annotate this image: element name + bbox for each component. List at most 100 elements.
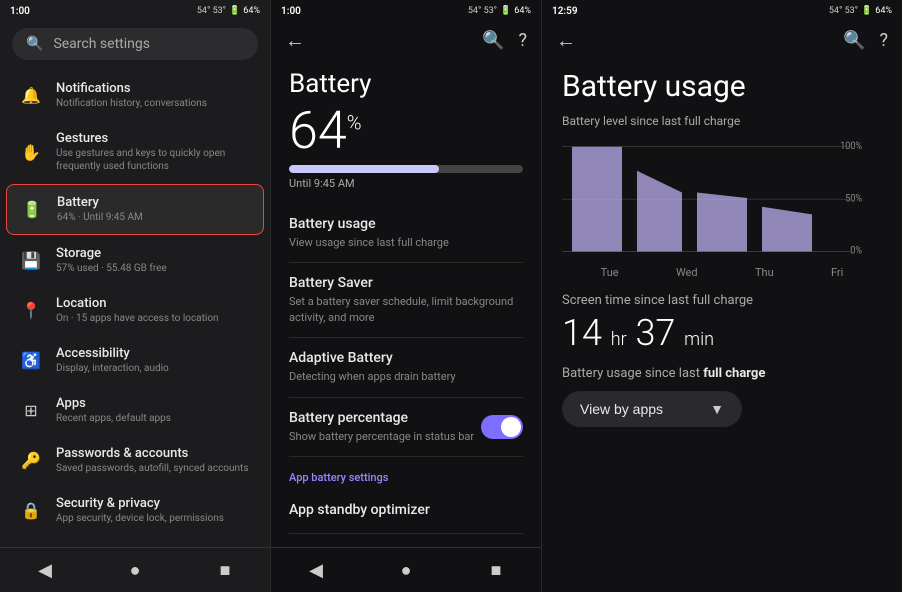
- screen-time-label: Screen time since last full charge: [562, 293, 882, 308]
- battery-saver-item[interactable]: Battery Saver Set a battery saver schedu…: [289, 263, 523, 338]
- gestures-title: Gestures: [56, 131, 250, 146]
- security-title: Security & privacy: [56, 496, 224, 511]
- svg-text:100%: 100%: [840, 141, 862, 152]
- apps-text: Apps Recent apps, default apps: [56, 396, 171, 425]
- search-button-2[interactable]: 🔍: [482, 30, 504, 51]
- chart-svg: 100% 50% 0%: [562, 138, 882, 258]
- battery-percentage-toggle-item[interactable]: Battery percentage Show battery percenta…: [289, 398, 523, 457]
- chart-label-fri: Fri: [831, 266, 843, 279]
- settings-item-passwords[interactable]: 🔑 Passwords & accounts Saved passwords, …: [6, 436, 264, 485]
- battery-pct-1: 64%: [243, 6, 260, 16]
- battery-icon-1: 🔋: [229, 6, 240, 16]
- passwords-sub: Saved passwords, autofill, synced accoun…: [56, 462, 248, 475]
- status-bar-3: 12:59 54° 53° 🔋 64%: [542, 0, 902, 22]
- chart-label-tue: Tue: [601, 266, 619, 279]
- usage-toolbar: ← 🔍 ?: [542, 22, 902, 59]
- toolbar-actions-2: 🔍 ?: [482, 30, 527, 51]
- battery-icon-3: 🔋: [861, 6, 872, 16]
- settings-item-notifications[interactable]: 🔔 Notifications Notification history, co…: [6, 71, 264, 120]
- nav-back-1[interactable]: ◀: [31, 556, 59, 584]
- passwords-title: Passwords & accounts: [56, 446, 248, 461]
- chart-x-labels: Tue Wed Thu Fri: [562, 266, 882, 279]
- search-bar[interactable]: 🔍 Search settings: [12, 28, 258, 60]
- battery-title: Battery: [57, 195, 143, 210]
- storage-title: Storage: [56, 246, 167, 261]
- nav-recent-2[interactable]: ■: [482, 556, 510, 584]
- apps-sub: Recent apps, default apps: [56, 412, 171, 425]
- nav-recent-1[interactable]: ■: [211, 556, 239, 584]
- settings-item-location[interactable]: 📍 Location On · 15 apps have access to l…: [6, 286, 264, 335]
- settings-item-security[interactable]: 🔒 Security & privacy App security, devic…: [6, 486, 264, 535]
- accessibility-icon: ♿: [20, 350, 42, 372]
- security-text: Security & privacy App security, device …: [56, 496, 224, 525]
- apps-title: Apps: [56, 396, 171, 411]
- settings-list: 🔔 Notifications Notification history, co…: [0, 68, 270, 547]
- battery-content: Battery 64% Until 9:45 AM Battery usage …: [271, 59, 541, 547]
- battery-text: Battery 64% · Until 9:45 AM: [57, 195, 143, 224]
- help-button-2[interactable]: ?: [518, 30, 527, 51]
- view-by-apps-button[interactable]: View by apps ▼: [562, 391, 742, 427]
- svg-text:0%: 0%: [850, 245, 862, 256]
- battery-pct-3: 64%: [875, 6, 892, 16]
- adaptive-battery-sub: Detecting when apps drain battery: [289, 369, 523, 384]
- battery-saver-sub: Set a battery saver schedule, limit back…: [289, 294, 523, 325]
- back-button-2[interactable]: ←: [285, 28, 305, 53]
- settings-item-battery[interactable]: 🔋 Battery 64% · Until 9:45 AM: [6, 184, 264, 235]
- status-icons-2: 54° 53° 🔋 64%: [468, 6, 531, 16]
- chart-label-wed: Wed: [676, 266, 698, 279]
- accessibility-sub: Display, interaction, audio: [56, 362, 169, 375]
- nav-home-2[interactable]: ●: [392, 556, 420, 584]
- settings-item-storage[interactable]: 💾 Storage 57% used · 55.48 GB free: [6, 236, 264, 285]
- battery-until-text: Until 9:45 AM: [289, 177, 523, 190]
- nav-home-1[interactable]: ●: [121, 556, 149, 584]
- screen-time-value: 14 hr 37 min: [562, 312, 882, 354]
- battery-toolbar: ← 🔍 ?: [271, 22, 541, 59]
- screen-time-hr-unit: hr: [611, 329, 627, 350]
- adaptive-battery-item[interactable]: Adaptive Battery Detecting when apps dra…: [289, 338, 523, 397]
- search-button-3[interactable]: 🔍: [843, 30, 865, 51]
- battery-pct-toggle-sub: Show battery percentage in status bar: [289, 429, 474, 444]
- status-info-1: 54° 53°: [197, 6, 226, 16]
- location-icon: 📍: [20, 300, 42, 322]
- battery-pct-number: 64: [289, 100, 347, 161]
- settings-panel: 1:00 54° 53° 🔋 64% 🔍 Search settings 🔔 N…: [0, 0, 270, 592]
- svg-text:50%: 50%: [845, 193, 862, 204]
- settings-item-gestures[interactable]: ✋ Gestures Use gestures and keys to quic…: [6, 121, 264, 183]
- passwords-text: Passwords & accounts Saved passwords, au…: [56, 446, 248, 475]
- security-icon: 🔒: [20, 500, 42, 522]
- battery-pct-2: 64%: [514, 6, 531, 16]
- adaptive-battery-title: Adaptive Battery: [289, 350, 523, 366]
- settings-item-accessibility[interactable]: ♿ Accessibility Display, interaction, au…: [6, 336, 264, 385]
- battery-sub: 64% · Until 9:45 AM: [57, 211, 143, 224]
- battery-since-bold: full charge: [703, 366, 765, 381]
- battery-usage-item[interactable]: Battery usage View usage since last full…: [289, 204, 523, 263]
- battery-usage-title: Battery usage: [289, 216, 523, 232]
- storage-sub: 57% used · 55.48 GB free: [56, 262, 167, 275]
- battery-since-label: Battery usage since last full charge: [562, 366, 882, 381]
- screen-time-section: Screen time since last full charge 14 hr…: [562, 293, 882, 354]
- notifications-icon: 🔔: [20, 85, 42, 107]
- chart-label-thu: Thu: [755, 266, 774, 279]
- nav-bar-1: ◀ ● ■: [0, 547, 270, 592]
- battery-panel: 1:00 54° 53° 🔋 64% ← 🔍 ? Battery 64% Unt…: [270, 0, 541, 592]
- app-standby-item[interactable]: App standby optimizer: [289, 490, 523, 534]
- security-sub: App security, device lock, permissions: [56, 512, 224, 525]
- nav-back-2[interactable]: ◀: [302, 556, 330, 584]
- battery-chart: 100% 50% 0%: [562, 138, 882, 258]
- gestures-text: Gestures Use gestures and keys to quickl…: [56, 131, 250, 173]
- auto-launch-item[interactable]: Auto launch management: [289, 534, 523, 547]
- status-bar-1: 1:00 54° 53° 🔋 64%: [0, 0, 270, 22]
- battery-percentage-toggle[interactable]: [481, 415, 523, 439]
- back-button-3[interactable]: ←: [556, 28, 576, 53]
- help-button-3[interactable]: ?: [879, 30, 888, 51]
- toolbar-actions-3: 🔍 ?: [843, 30, 888, 51]
- view-by-apps-text: View by apps: [580, 401, 663, 417]
- search-icon: 🔍: [26, 36, 43, 52]
- battery-usage-panel: 12:59 54° 53° 🔋 64% ← 🔍 ? Battery usage …: [541, 0, 902, 592]
- passwords-icon: 🔑: [20, 450, 42, 472]
- settings-item-apps[interactable]: ⊞ Apps Recent apps, default apps: [6, 386, 264, 435]
- battery-percentage-display: 64%: [289, 105, 523, 157]
- battery-saver-title: Battery Saver: [289, 275, 523, 291]
- status-icons-1: 54° 53° 🔋 64%: [197, 6, 260, 16]
- status-time-1: 1:00: [10, 6, 30, 17]
